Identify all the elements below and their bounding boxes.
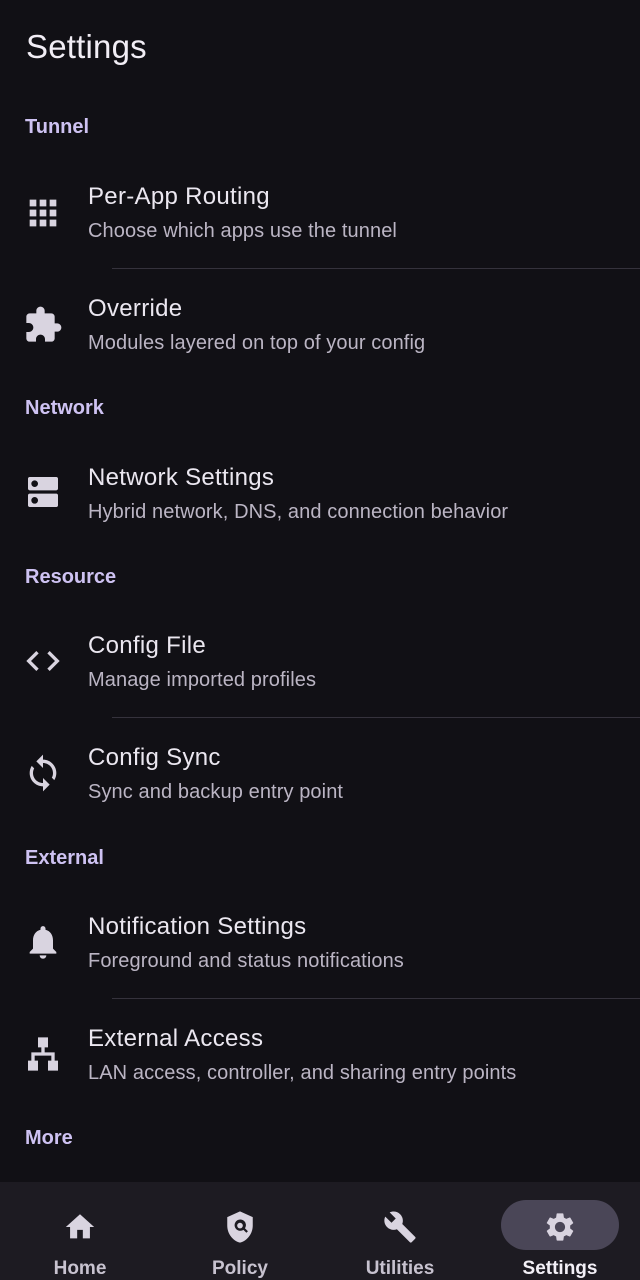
home-icon xyxy=(60,1207,100,1247)
item-subtitle: LAN access, controller, and sharing entr… xyxy=(88,1062,517,1084)
apps-grid-icon xyxy=(22,192,64,234)
divider xyxy=(112,717,640,718)
item-subtitle: Manage imported profiles xyxy=(88,669,317,691)
sync-icon xyxy=(22,752,64,794)
section-header-network: Network xyxy=(25,397,104,419)
network-tree-icon xyxy=(22,1033,64,1075)
settings-item-config-sync[interactable]: Config Sync Sync and backup entry point xyxy=(0,722,640,832)
item-title: Per-App Routing xyxy=(88,183,270,210)
nav-label: Utilities xyxy=(365,1258,435,1279)
page-title: Settings xyxy=(26,28,147,65)
nav-label: Home xyxy=(53,1258,107,1279)
server-icon xyxy=(22,471,64,513)
settings-item-config-file[interactable]: Config File Manage imported profiles xyxy=(0,610,640,717)
section-header-tunnel: Tunnel xyxy=(25,116,90,138)
item-subtitle: Modules layered on top of your config xyxy=(88,332,426,354)
shield-search-icon xyxy=(220,1207,260,1247)
settings-item-notification-settings[interactable]: Notification Settings Foreground and sta… xyxy=(0,891,640,998)
item-title: Network Settings xyxy=(88,464,275,491)
puzzle-icon xyxy=(22,304,64,346)
item-title: Config File xyxy=(88,632,207,659)
divider xyxy=(112,998,640,999)
item-subtitle: Hybrid network, DNS, and connection beha… xyxy=(88,501,509,523)
item-subtitle: Sync and backup entry point xyxy=(88,781,344,803)
item-title: Config Sync xyxy=(88,744,221,771)
item-title: Override xyxy=(88,295,183,322)
settings-item-network-settings[interactable]: Network Settings Hybrid network, DNS, an… xyxy=(0,441,640,551)
nav-item-home[interactable]: Home xyxy=(0,1182,160,1280)
section-header-resource: Resource xyxy=(25,566,117,588)
nav-label: Policy xyxy=(212,1258,268,1279)
nav-item-policy[interactable]: Policy xyxy=(160,1182,320,1280)
settings-item-override[interactable]: Override Modules layered on top of your … xyxy=(0,272,640,382)
settings-item-per-app-routing[interactable]: Per-App Routing Choose which apps use th… xyxy=(0,160,640,268)
bell-icon xyxy=(22,921,64,963)
nav-label: Settings xyxy=(522,1258,598,1279)
bottom-navigation: Home Policy Utilities Settings xyxy=(0,1182,640,1280)
item-title: External Access xyxy=(88,1025,264,1052)
divider xyxy=(112,268,640,269)
item-subtitle: Foreground and status notifications xyxy=(88,950,404,972)
settings-item-external-access[interactable]: External Access LAN access, controller, … xyxy=(0,1003,640,1113)
item-subtitle: Choose which apps use the tunnel xyxy=(88,220,397,242)
wrench-icon xyxy=(380,1207,420,1247)
gear-icon xyxy=(540,1207,580,1247)
code-icon xyxy=(22,640,64,682)
settings-screen: Settings Tunnel Per-App Routing Choose w… xyxy=(0,0,640,1280)
nav-item-settings[interactable]: Settings xyxy=(480,1182,640,1280)
section-header-more: More xyxy=(25,1127,73,1149)
item-title: Notification Settings xyxy=(88,913,307,940)
nav-item-utilities[interactable]: Utilities xyxy=(320,1182,480,1280)
section-header-external: External xyxy=(25,847,104,869)
